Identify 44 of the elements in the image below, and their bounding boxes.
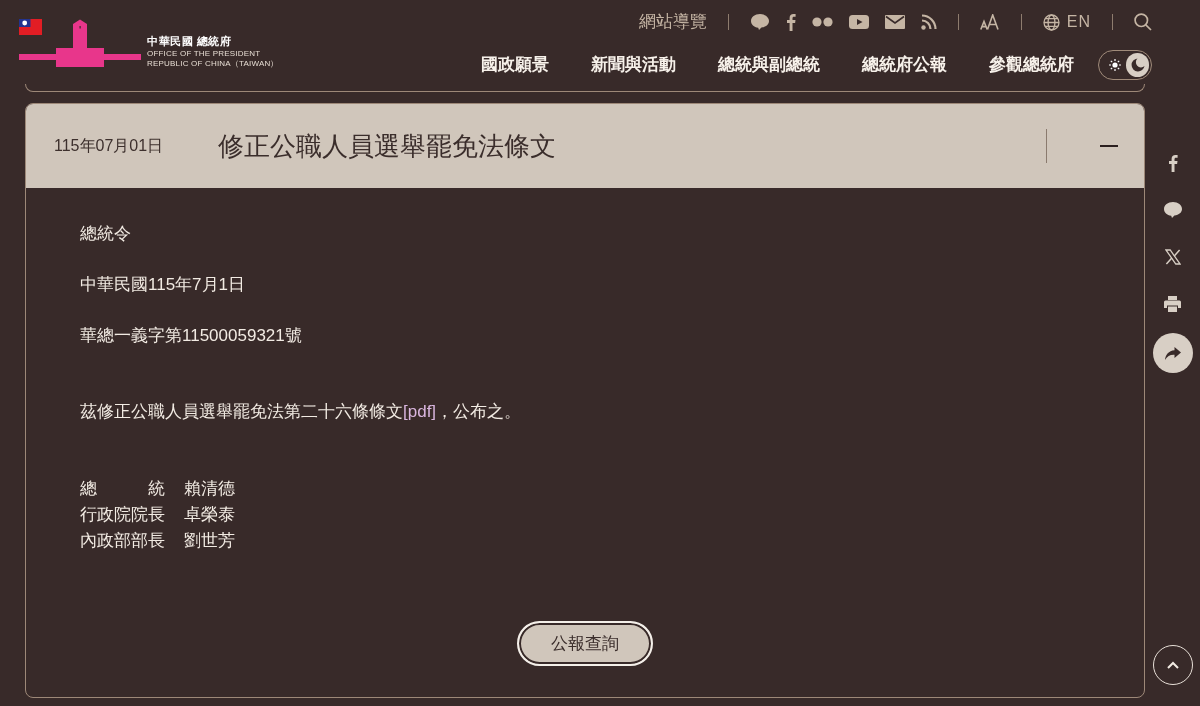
logo-chinese-name: 中華民國 總統府 [147,35,232,48]
signatory-title: 內政部部長 [80,530,165,552]
gazette-search-button[interactable]: 公報查詢 [517,621,653,666]
signatory-title: 總 統 [80,478,165,500]
rss-icon[interactable] [920,14,937,30]
printer-icon[interactable] [1164,296,1181,312]
signatory-title: 行政院院長 [80,504,165,526]
nav-link[interactable]: 參觀總統府 [989,54,1074,76]
font-size-icon[interactable] [979,14,1000,30]
facebook-icon[interactable] [1167,154,1178,172]
nav-link[interactable]: 新聞與活動 [591,54,676,76]
signatory-name: 劉世芳 [184,530,235,552]
chevron-up-icon [1166,661,1179,669]
globe-icon[interactable] [1042,13,1060,31]
logo-english-name: OFFICE OF THE PRESIDENT [147,49,261,58]
document-number: 華總一義字第11500059321號 [80,325,302,347]
x-logo-icon[interactable] [1164,249,1181,265]
nav-link[interactable]: 國政願景 [481,54,549,76]
moon-icon [1130,58,1145,72]
signatory-name: 卓榮泰 [184,504,235,526]
language-link[interactable]: EN [1066,11,1091,33]
chat-bubble-icon[interactable] [1162,201,1183,219]
decree-date: 中華民國115年7月1日 [80,274,245,296]
share-arrow-icon [1164,346,1181,360]
video-play-icon[interactable] [848,15,869,29]
gazette-date: 115年07月01日 [54,135,164,156]
signatory-name: 賴清德 [184,478,235,500]
nav-link[interactable]: 總統府公報 [862,54,947,76]
gazette-title: 修正公職人員選舉罷免法條文 [218,129,556,163]
two-dots-icon[interactable] [811,17,833,27]
facebook-icon[interactable] [785,13,796,31]
chat-bubble-icon[interactable] [749,13,770,31]
mail-icon[interactable] [884,15,905,29]
share-button[interactable] [1152,333,1193,373]
pdf-link[interactable]: [pdf] [403,402,437,421]
dark-mode-option[interactable] [1126,53,1149,77]
nav-link[interactable]: 總統與副總統 [718,54,820,76]
decree-text: 茲修正公職人員選舉罷免法第二十六條條文[pdf]，公布之。 [80,401,522,423]
minus-icon [1099,145,1118,147]
search-icon[interactable] [1134,13,1152,31]
sitemap-link[interactable]: 網站導覽 [638,11,707,33]
logo-english-name: REPUBLIC OF CHINA（TAIWAN） [147,59,279,68]
sun-icon [1108,59,1121,71]
decree-heading: 總統令 [80,223,131,245]
